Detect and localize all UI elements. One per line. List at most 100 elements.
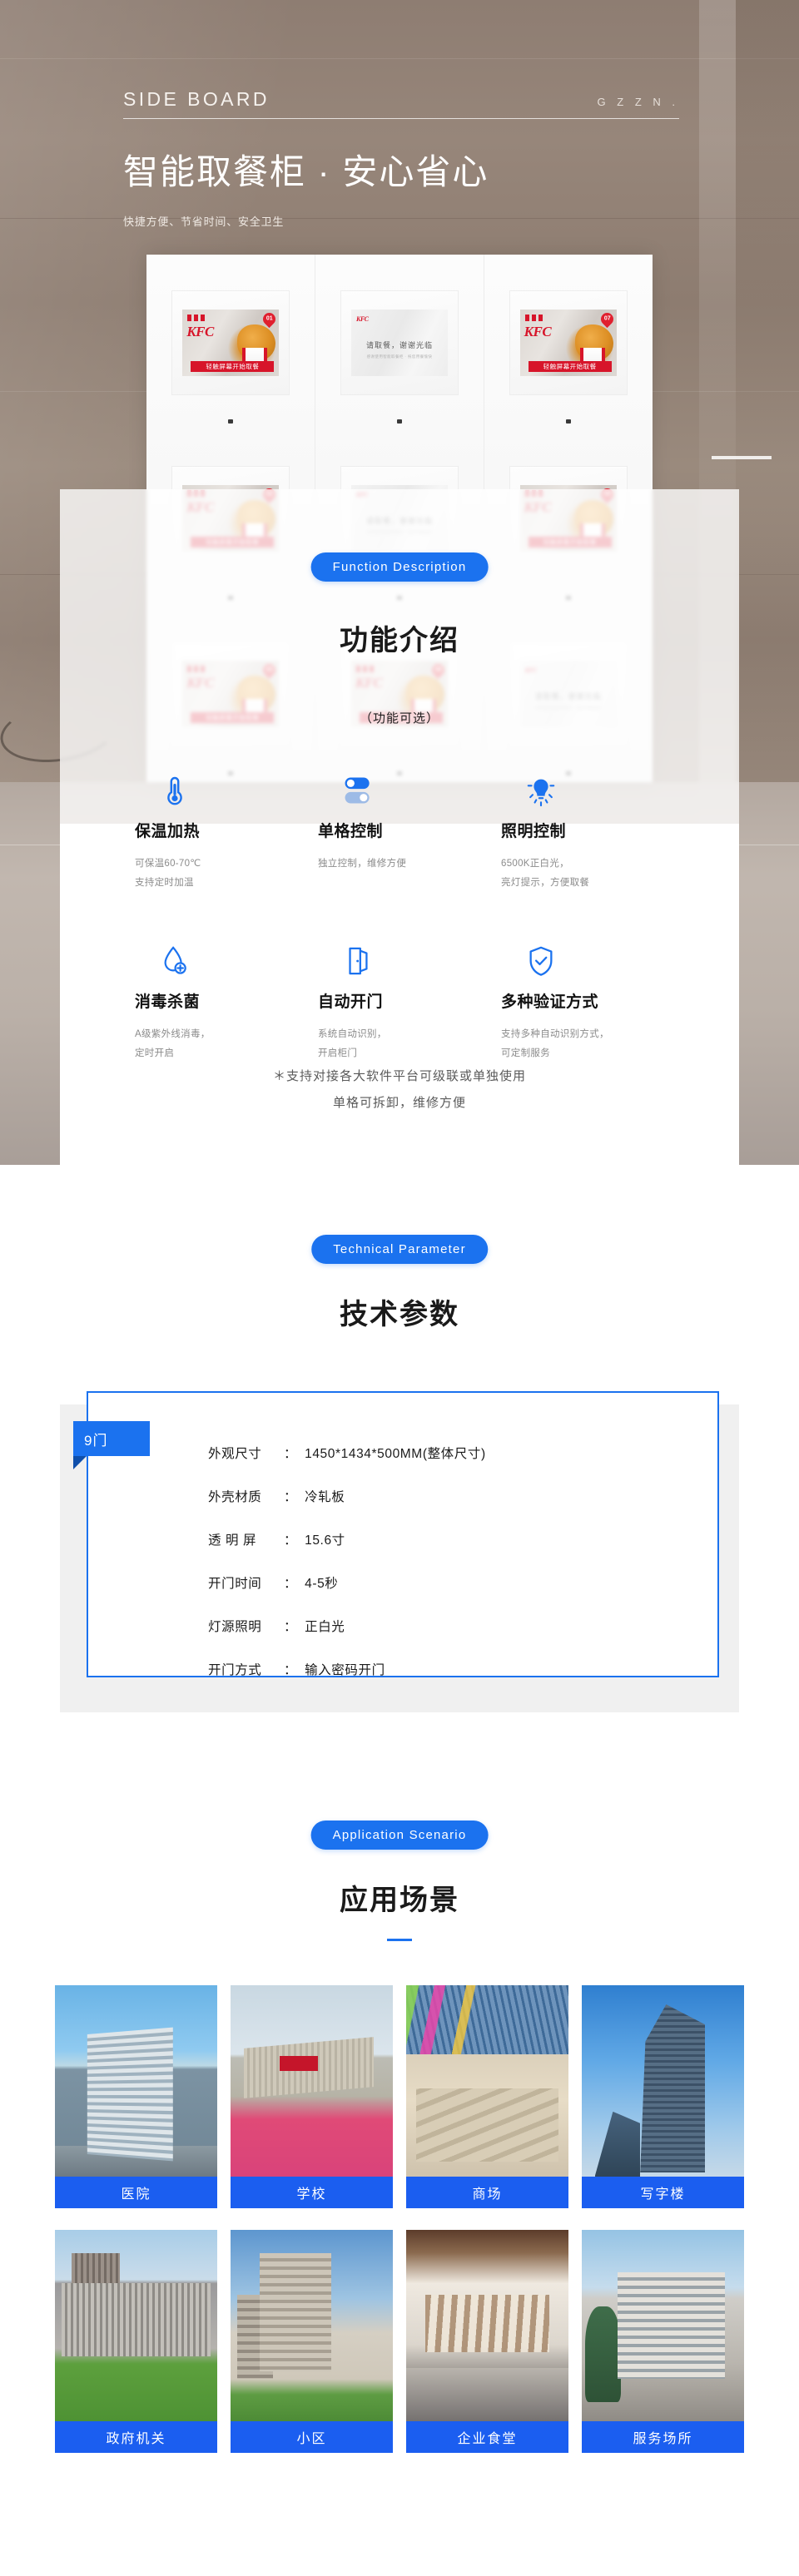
cabinet-cell[interactable]: KFC 请取餐，谢谢光临感谢使用智能取餐柜 · 祝您用餐愉快: [315, 255, 484, 430]
spec-value: 冷轧板: [305, 1490, 345, 1504]
screen-idle-message: 请取餐，谢谢光临: [365, 340, 433, 349]
lightbulb-icon: [491, 774, 591, 807]
scenario-photo: [406, 1985, 568, 2177]
water-drop-plus-icon: [125, 944, 225, 978]
feature-item: 照明控制 6500K正白光， 亮灯提示，方便取餐: [491, 774, 674, 893]
scenario-photo: [55, 1985, 217, 2177]
scenario-caption: 小区: [231, 2421, 393, 2453]
cabinet-cell[interactable]: KFC 07 轻触屏幕开始取餐: [484, 255, 653, 430]
spec-label: 透 明 屏: [208, 1533, 257, 1548]
spec-row: 开门时间 ： 4-5秒: [208, 1573, 691, 1592]
feature-title: 消毒杀菌: [135, 993, 201, 1011]
cabinet-handle[interactable]: [396, 419, 402, 424]
tech-section-title: 技术参数: [340, 1299, 459, 1330]
scenario-card[interactable]: 医院: [55, 1985, 217, 2208]
tech-section-pill: Technical Parameter: [311, 1235, 488, 1264]
scenario-caption: 医院: [55, 2177, 217, 2208]
scenario-caption: 企业食堂: [406, 2421, 568, 2453]
function-footnote: ＊支持对接各大软件平台可级联或单独使用 单格可拆卸，维修方便: [273, 1063, 526, 1116]
feature-item: 自动开门系统自动识别， 开启柜门: [308, 944, 491, 1063]
scenario-section-pill: Application Scenario: [310, 1821, 489, 1850]
kfc-logo: KFC: [186, 323, 214, 339]
spec-value: 正白光: [305, 1620, 345, 1634]
kfc-stripes-icon: [524, 314, 543, 321]
scenario-section-title: 应用场景: [340, 1885, 459, 1916]
scenario-photo: [231, 1985, 393, 2177]
hero-header: SIDE BOARD G Z Z N . 智能取餐柜 · 安心省心 快捷方便、节…: [123, 88, 679, 229]
kfc-logo: KFC: [355, 315, 369, 323]
spec-label: 外观尺寸: [208, 1447, 262, 1461]
cabinet-screen[interactable]: KFC 请取餐，谢谢光临感谢使用智能取餐柜 · 祝您用餐愉快: [350, 309, 448, 376]
feature-title: 照明控制: [501, 823, 567, 840]
function-section-note: （功能可选）: [359, 711, 440, 726]
spec-row: 外壳材质 ： 冷轧板: [208, 1487, 691, 1505]
function-section-title: 功能介绍: [340, 625, 459, 656]
spec-row: 外观尺寸 ： 1450*1434*500MM(整体尺寸): [208, 1444, 691, 1462]
cabinet-door[interactable]: KFC 请取餐，谢谢光临感谢使用智能取餐柜 · 祝您用餐愉快: [340, 290, 459, 395]
spec-colon: ：: [284, 1490, 298, 1504]
function-section-pill: Function Description: [310, 552, 489, 582]
feature-description: 支持多种自动识别方式， 可定制服务: [501, 1029, 609, 1058]
cabinet-door[interactable]: KFC 07 轻触屏幕开始取餐: [509, 290, 628, 395]
scenario-card[interactable]: 服务场所: [582, 2230, 744, 2453]
feature-description: A级紫外线消毒， 定时开启: [135, 1029, 211, 1058]
spec-colon: ：: [284, 1663, 298, 1677]
scenario-caption: 学校: [231, 2177, 393, 2208]
spec-label: 灯源照明: [208, 1620, 262, 1634]
spec-tab-fold: [73, 1456, 87, 1469]
scenario-section-underline: [387, 1939, 412, 1941]
screen-cta-strip[interactable]: 轻触屏幕开始取餐: [191, 360, 275, 372]
spec-row: 灯源照明 ： 正白光: [208, 1617, 691, 1635]
scenario-photo: [582, 1985, 744, 2177]
cabinet-cell[interactable]: KFC 01 轻触屏幕开始取餐: [146, 255, 315, 430]
feature-title: 多种验证方式: [501, 993, 599, 1011]
scenario-card[interactable]: 企业食堂: [406, 2230, 568, 2453]
scenario-photo: [582, 2230, 744, 2421]
feature-title: 单格控制: [318, 823, 384, 840]
function-footnote-line2: 单格可拆卸，维修方便: [332, 1095, 467, 1110]
product-landing-page: SIDE BOARD G Z Z N . 智能取餐柜 · 安心省心 快捷方便、节…: [0, 0, 799, 2576]
cabinet-screen[interactable]: KFC 07 轻触屏幕开始取餐: [519, 309, 617, 376]
scenario-caption: 服务场所: [582, 2421, 744, 2453]
feature-description: 6500K正白光， 亮灯提示，方便取餐: [501, 859, 590, 888]
scenario-card[interactable]: 商场: [406, 1985, 568, 2208]
cabinet-screen[interactable]: KFC 01 轻触屏幕开始取餐: [182, 309, 280, 376]
scenario-card[interactable]: 写字楼: [582, 1985, 744, 2208]
page-subtitle: 快捷方便、节省时间、安全卫生: [123, 215, 285, 228]
open-door-icon: [308, 944, 408, 978]
spec-colon: ：: [284, 1577, 298, 1591]
spec-colon: ：: [284, 1620, 298, 1634]
toggle-switch-icon: [308, 774, 408, 807]
spec-value: 4-5秒: [305, 1577, 339, 1591]
feature-title: 保温加热: [135, 823, 201, 840]
spec-colon: ：: [284, 1533, 298, 1548]
header-divider: [123, 118, 679, 119]
scenario-photo: [231, 2230, 393, 2421]
scenario-grid: 医院 学校 商场 写字楼政府机关 小区 企业食堂 服务场所: [55, 1985, 744, 2453]
scenario-card[interactable]: 学校: [231, 1985, 393, 2208]
scenario-card[interactable]: 小区: [231, 2230, 393, 2453]
feature-title: 自动开门: [318, 993, 384, 1011]
feature-item: 单格控制 独立控制，维修方便: [308, 774, 491, 893]
spec-row: 开门方式 ： 输入密码开门: [208, 1660, 691, 1678]
function-footnote-line1: ＊支持对接各大软件平台可级联或单独使用: [272, 1069, 527, 1083]
wall-accent-strip: [712, 456, 772, 459]
cabinet-handle[interactable]: [228, 419, 234, 424]
cabinet-number-badge: 01: [261, 310, 279, 328]
feature-item: 保温加热可保温60-70℃ 支持定时加温: [125, 774, 308, 893]
cabinet-handle[interactable]: [565, 419, 571, 424]
kfc-logo: KFC: [524, 323, 552, 339]
feature-description: 系统自动识别， 开启柜门: [318, 1029, 387, 1058]
spec-label: 外壳材质: [208, 1490, 262, 1504]
spec-value: 15.6寸: [305, 1533, 345, 1548]
spec-label: 开门方式: [208, 1663, 262, 1677]
page-title: 智能取餐柜 · 安心省心: [123, 152, 489, 191]
feature-item: 多种验证方式支持多种自动识别方式， 可定制服务: [491, 944, 674, 1063]
spec-door-count-tab: 9门: [73, 1421, 150, 1456]
feature-description: 可保温60-70℃ 支持定时加温: [135, 859, 201, 888]
spec-label: 开门时间: [208, 1577, 262, 1591]
spec-row: 透 明 屏 ： 15.6寸: [208, 1530, 691, 1548]
scenario-card[interactable]: 政府机关: [55, 2230, 217, 2453]
cabinet-door[interactable]: KFC 01 轻触屏幕开始取餐: [171, 290, 290, 395]
screen-cta-strip[interactable]: 轻触屏幕开始取餐: [528, 360, 612, 372]
